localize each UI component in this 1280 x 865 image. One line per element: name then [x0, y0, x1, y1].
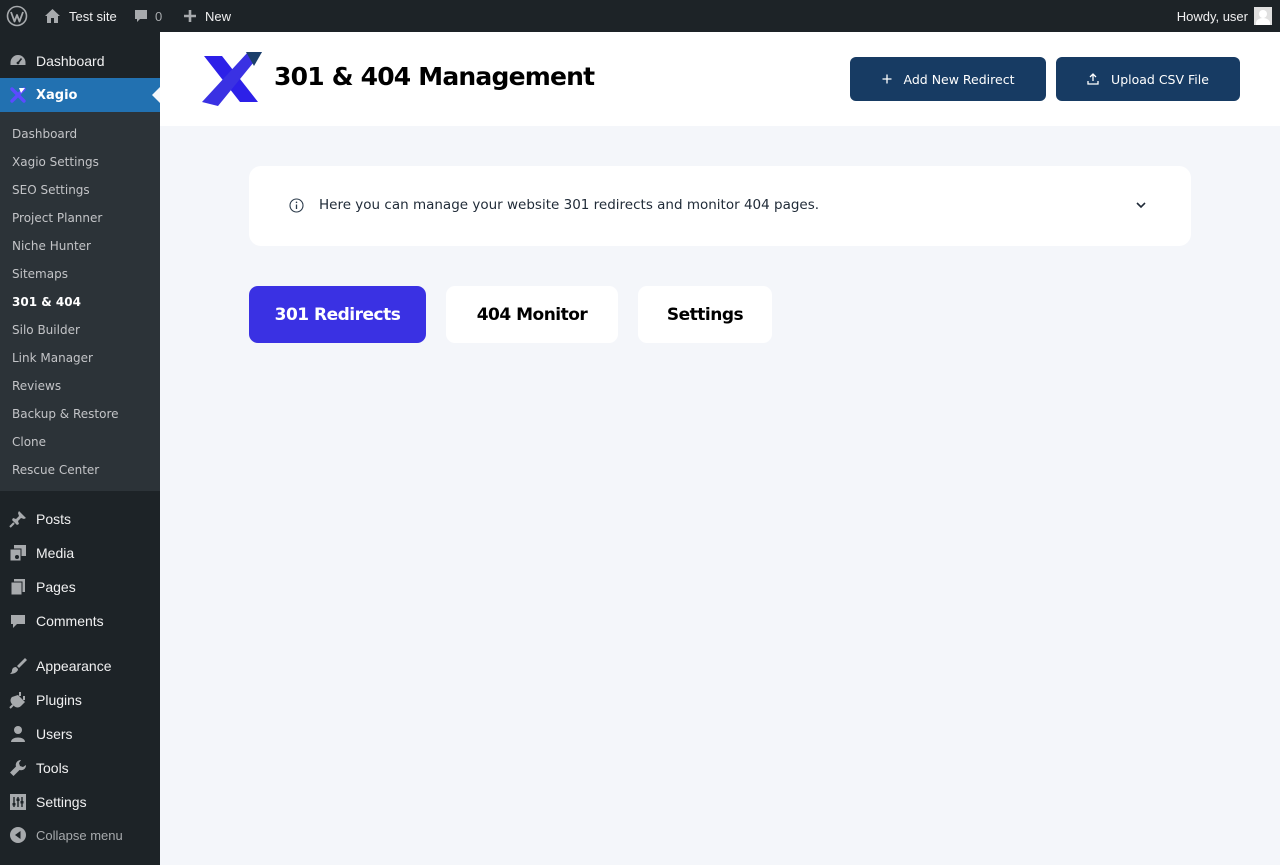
wordpress-logo-button[interactable] [6, 0, 28, 32]
add-new-redirect-button[interactable]: Add New Redirect [850, 57, 1046, 101]
sidebar-item-comments[interactable]: Comments [0, 604, 160, 638]
media-icon [9, 545, 26, 562]
plus-icon [882, 74, 892, 84]
comments-count: 0 [155, 8, 163, 24]
pin-icon [9, 511, 26, 528]
upload-csv-button[interactable]: Upload CSV File [1056, 57, 1240, 101]
settings-sliders-icon [10, 794, 26, 810]
info-panel[interactable]: Here you can manage your website 301 red… [249, 166, 1191, 246]
home-icon [45, 9, 60, 23]
submenu-item-sitemaps[interactable]: Sitemaps [12, 267, 68, 281]
submenu-item-silo-builder[interactable]: Silo Builder [12, 323, 80, 337]
pages-icon [10, 579, 25, 596]
submenu-item-xagio-settings[interactable]: Xagio Settings [12, 155, 99, 169]
submenu-item-301-404[interactable]: 301 & 404 [12, 295, 81, 309]
add-new-redirect-label: Add New Redirect [903, 71, 1015, 87]
page-title: 301 & 404 Management [274, 62, 595, 91]
submenu-item-project-planner[interactable]: Project Planner [12, 211, 102, 225]
current-menu-arrow [152, 87, 160, 103]
admin-bar: Test site 0 New Howdy, user [0, 0, 1280, 32]
sidebar-item-label: Comments [36, 613, 104, 629]
plus-icon [184, 10, 196, 22]
sidebar-item-settings[interactable]: Settings [0, 785, 160, 819]
page-header: 301 & 404 Management Add New Redirect Up… [160, 32, 1280, 126]
sidebar-item-users[interactable]: Users [0, 717, 160, 751]
sidebar-item-plugins[interactable]: Plugins [0, 683, 160, 717]
sidebar-item-appearance[interactable]: Appearance [0, 649, 160, 683]
sidebar-item-pages[interactable]: Pages [0, 570, 160, 604]
sidebar-item-label: Tools [36, 760, 69, 776]
submenu-item-seo-settings[interactable]: SEO Settings [12, 183, 90, 197]
sidebar-item-tools[interactable]: Tools [0, 751, 160, 785]
new-content-link[interactable]: New [183, 0, 231, 32]
chevron-down-icon[interactable] [1135, 199, 1147, 211]
submenu-item-link-manager[interactable]: Link Manager [12, 351, 93, 365]
plugin-icon [9, 692, 25, 709]
wordpress-logo-icon [6, 5, 28, 27]
admin-sidebar: Dashboard Xagio Dashboard Xagio Settings… [0, 32, 160, 865]
brush-icon [10, 658, 27, 674]
dashboard-icon [10, 55, 26, 65]
wrench-icon [10, 759, 27, 776]
sidebar-item-posts[interactable]: Posts [0, 502, 160, 536]
my-account-link[interactable]: Howdy, user [1177, 0, 1272, 32]
sidebar-item-label: Dashboard [36, 53, 105, 69]
tab-404-monitor[interactable]: 404 Monitor [446, 286, 618, 343]
sidebar-item-xagio[interactable]: Xagio [0, 78, 160, 112]
tab-settings[interactable]: Settings [638, 286, 772, 343]
user-icon [11, 726, 25, 742]
sidebar-item-media[interactable]: Media [0, 536, 160, 570]
howdy-text: Howdy, user [1176, 8, 1248, 24]
xagio-submenu: Dashboard Xagio Settings SEO Settings Pr… [0, 112, 160, 491]
submenu-item-dashboard[interactable]: Dashboard [12, 127, 77, 141]
upload-csv-label: Upload CSV File [1111, 71, 1209, 87]
sidebar-item-label: Settings [36, 794, 87, 810]
avatar [1254, 7, 1272, 25]
sidebar-item-label: Plugins [36, 692, 82, 708]
site-name-link[interactable]: Test site [44, 0, 117, 32]
submenu-item-backup-restore[interactable]: Backup & Restore [12, 407, 119, 421]
sidebar-item-dashboard[interactable]: Dashboard [0, 44, 160, 78]
collapse-menu-button[interactable]: Collapse menu [0, 818, 160, 852]
submenu-item-reviews[interactable]: Reviews [12, 379, 61, 393]
sidebar-item-label: Xagio [36, 87, 78, 103]
sidebar-item-label: Posts [36, 511, 72, 527]
upload-icon [1087, 73, 1099, 85]
tab-301-redirects[interactable]: 301 Redirects [249, 286, 426, 343]
new-label: New [205, 8, 232, 24]
comment-icon [11, 615, 25, 628]
xagio-logo-icon [10, 87, 26, 103]
sidebar-item-label: Appearance [36, 658, 112, 674]
sidebar-item-label: Users [36, 726, 73, 742]
submenu-item-clone[interactable]: Clone [12, 435, 46, 449]
info-text: Here you can manage your website 301 red… [319, 197, 820, 213]
comments-link[interactable]: 0 [133, 0, 162, 32]
submenu-item-niche-hunter[interactable]: Niche Hunter [12, 239, 91, 253]
submenu-item-rescue-center[interactable]: Rescue Center [12, 463, 99, 477]
comment-icon [135, 10, 147, 22]
collapse-arrow-icon [10, 827, 26, 843]
info-icon [289, 198, 304, 213]
site-name: Test site [69, 8, 117, 24]
collapse-menu-label: Collapse menu [36, 827, 123, 843]
sidebar-item-label: Media [36, 545, 75, 561]
sidebar-item-label: Pages [36, 579, 76, 595]
xagio-logo-icon [202, 52, 262, 106]
